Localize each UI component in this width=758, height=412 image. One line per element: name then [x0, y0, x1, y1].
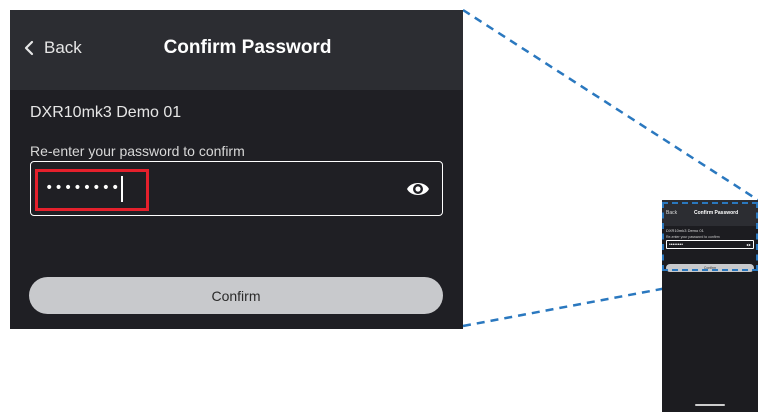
callout-line-top — [462, 8, 758, 202]
text-caret — [121, 176, 123, 202]
password-value: •••••••• — [45, 180, 121, 196]
device-name: DXR10mk3 Demo 01 — [30, 104, 182, 121]
eye-icon[interactable] — [406, 178, 430, 200]
zoomed-screen: Back Confirm Password DXR10mk3 Demo 01 R… — [10, 10, 463, 329]
thumbnail-password-value: •••••••• — [669, 242, 684, 248]
thumbnail-confirm-button: Confirm — [666, 264, 754, 272]
password-field-label: Re-enter your password to confirm — [30, 143, 245, 159]
phone-thumbnail: Back Confirm Password DXR10mk3 Demo 01 R… — [662, 200, 758, 412]
home-indicator — [695, 404, 725, 406]
thumbnail-field-label: Re-enter your password to confirm — [666, 235, 720, 239]
thumbnail-header: Back Confirm Password — [662, 200, 758, 226]
nav-header: Back Confirm Password — [10, 10, 463, 90]
thumbnail-eye-icon — [746, 243, 751, 247]
thumbnail-password-input: •••••••• — [666, 240, 754, 249]
confirm-button[interactable]: Confirm — [29, 277, 443, 314]
thumbnail-device-name: DXR10mk3 Demo 01 — [666, 228, 704, 233]
page-title: Confirm Password — [163, 37, 332, 58]
thumbnail-back-label: Back — [666, 210, 678, 216]
confirm-password-input[interactable]: •••••••• — [30, 161, 443, 216]
thumbnail-title: Confirm Password — [694, 210, 739, 216]
